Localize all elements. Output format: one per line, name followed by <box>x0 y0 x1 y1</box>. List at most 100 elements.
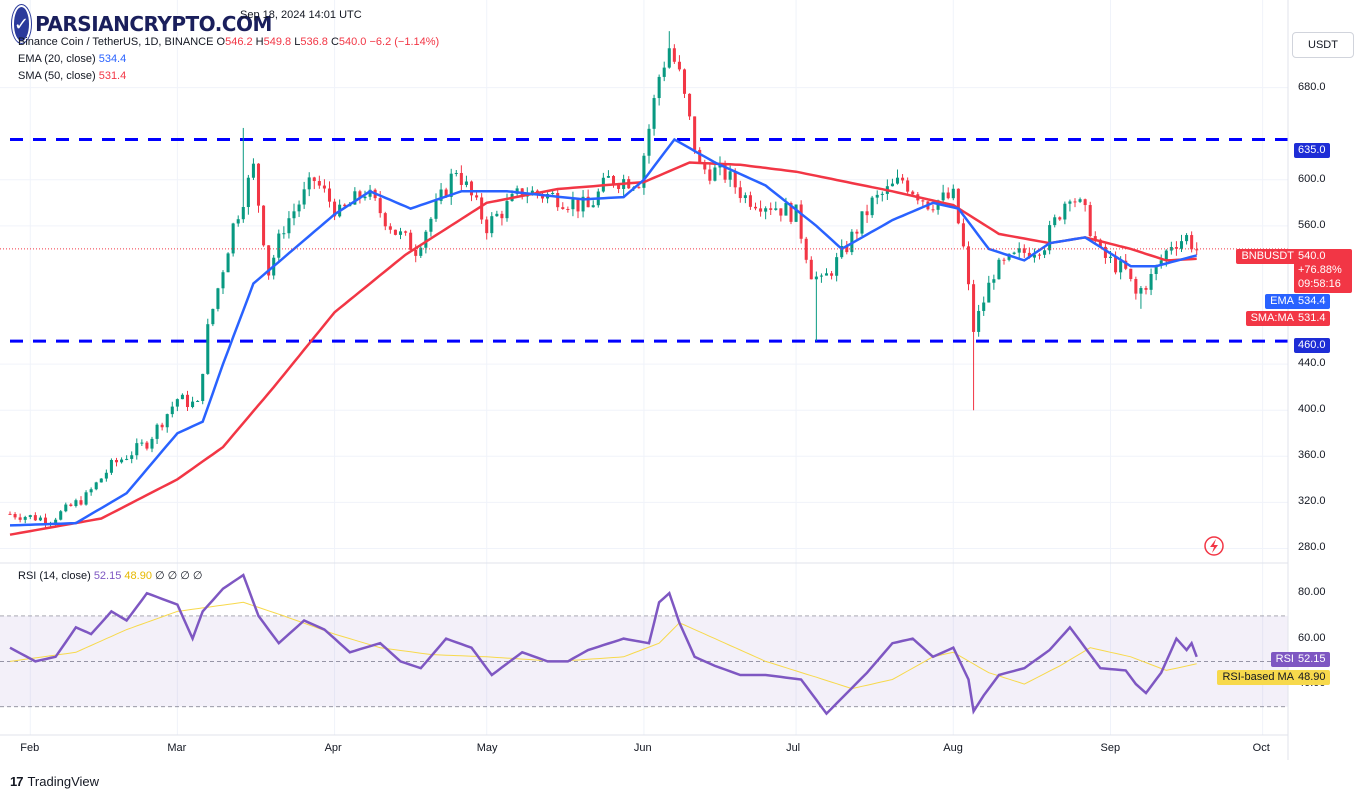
candle-body <box>241 207 245 220</box>
candle-body <box>1134 278 1138 294</box>
candle-body <box>566 208 570 210</box>
time-tick-label: Jun <box>633 742 652 754</box>
high-value: 549.8 <box>263 36 292 48</box>
candle-body <box>576 199 580 212</box>
candle-body <box>819 275 823 277</box>
candle-body <box>784 203 788 216</box>
candle-body <box>1078 199 1082 202</box>
candle-body <box>880 193 884 195</box>
sma-50-line <box>9 161 1197 536</box>
candle-body <box>1012 252 1016 254</box>
candle-body <box>150 438 154 449</box>
candle-body <box>393 229 397 235</box>
candle-body <box>500 213 504 219</box>
rsi-ma-tag: RSI-based MA <box>1217 670 1299 685</box>
candle-body <box>961 223 965 247</box>
candle-body <box>906 180 910 192</box>
footer-brand[interactable]: 17 TradingView <box>10 774 99 789</box>
close-label: C <box>330 36 339 48</box>
candle-body <box>966 246 971 285</box>
symbol-tag: BNBUSDT <box>1236 249 1299 264</box>
candle-body <box>292 211 296 219</box>
open-value: 546.2 <box>225 36 253 48</box>
candle-body <box>125 458 129 460</box>
candle-body <box>363 196 367 199</box>
ema-tag-value: 534.4 <box>1294 294 1330 309</box>
candle-body <box>317 181 321 186</box>
close-value: 540.0 <box>338 36 367 48</box>
ema-legend-label: EMA (20, close) <box>18 53 96 65</box>
candle-body <box>1037 254 1042 256</box>
candle-body <box>409 232 413 250</box>
candle-body <box>733 171 737 188</box>
candle-body <box>145 442 149 449</box>
candle-body <box>59 511 63 520</box>
time-tick-label: Sep <box>1100 742 1121 754</box>
sma-legend[interactable]: SMA (50, close) 531.4 <box>18 70 126 82</box>
chart-canvas[interactable] <box>0 0 1366 800</box>
candle-body <box>155 424 159 439</box>
ema-legend[interactable]: EMA (20, close) 534.4 <box>18 53 126 65</box>
rsi-legend[interactable]: RSI (14, close) 52.15 48.90 ∅ ∅ ∅ ∅ <box>18 569 203 582</box>
candle-body <box>1190 235 1194 250</box>
candle-body <box>185 394 190 408</box>
open-label: O <box>216 36 226 48</box>
candle-body <box>870 197 874 216</box>
candle-body <box>708 169 712 181</box>
candle-body <box>911 191 915 195</box>
candle-body <box>312 177 316 182</box>
candle-body <box>414 249 418 256</box>
candle-body <box>262 205 266 246</box>
candle-body <box>1053 217 1057 226</box>
rsi-tick-label: 80.00 <box>1298 586 1326 599</box>
candle-body <box>865 211 869 216</box>
candle-body <box>104 472 108 479</box>
change-value: −6.2 (−1.14%) <box>369 36 440 48</box>
candle-body <box>327 188 332 202</box>
candle-body <box>667 48 671 68</box>
candle-body <box>165 414 169 428</box>
candle-body <box>1195 249 1199 251</box>
candle-body <box>809 259 813 280</box>
candle-body <box>216 288 220 309</box>
candle-body <box>175 399 179 407</box>
time-tick-label: Feb <box>20 742 40 754</box>
candle-body <box>647 128 651 156</box>
candle-body <box>551 192 555 195</box>
candle-body <box>302 189 306 205</box>
time-tick-label: Jul <box>786 742 801 754</box>
tradingview-logo-icon: 17 <box>10 774 24 789</box>
candle-body <box>8 513 12 515</box>
candle-body <box>657 76 661 99</box>
candle-body <box>556 192 560 208</box>
candle-body <box>713 167 717 181</box>
currency-button[interactable]: USDT <box>1292 32 1354 58</box>
candle-body <box>753 206 758 209</box>
price-tick-label: 320.0 <box>1298 495 1326 508</box>
candle-body <box>1073 201 1077 203</box>
candle-body <box>1129 268 1133 279</box>
candle-body <box>454 172 458 174</box>
candle-body <box>779 208 783 216</box>
price-tick-label: 400.0 <box>1298 403 1326 416</box>
candle-body <box>972 284 976 332</box>
candle-body <box>946 192 950 199</box>
symbol-name: Binance Coin / TetherUS, 1D, BINANCE <box>18 36 214 48</box>
candle-body <box>987 282 991 303</box>
time-tick-label: Apr <box>324 742 342 754</box>
candle-body <box>814 276 818 280</box>
candle-body <box>287 218 291 234</box>
candle-body <box>383 213 387 227</box>
candle-body <box>1058 217 1062 220</box>
last-price-value: 540.0 <box>1298 250 1326 262</box>
candle-body <box>226 253 230 273</box>
candle-body <box>764 208 768 212</box>
candle-body <box>459 172 463 185</box>
candle-body <box>561 207 565 209</box>
candle-body <box>495 213 499 217</box>
candle-body <box>769 208 773 210</box>
candle-body <box>28 515 32 518</box>
candle-body <box>256 163 261 206</box>
candle-body <box>69 504 73 506</box>
candle-body <box>997 259 1001 280</box>
